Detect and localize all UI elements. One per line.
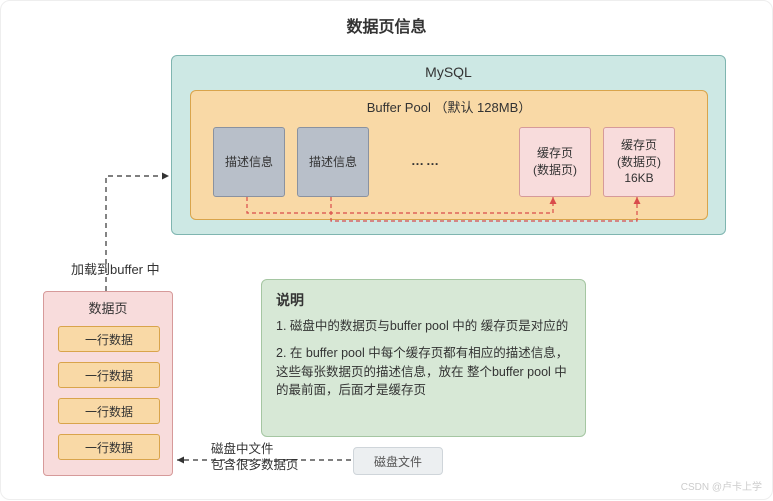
diagram-canvas: 数据页信息 MySQL Buffer Pool （默认 128MB） 描述信息 … [0,0,773,500]
explanation-point-2: 2. 在 buffer pool 中每个缓存页都有相应的描述信息，这些每张数据页… [276,344,571,400]
data-row-3: 一行数据 [58,398,160,424]
mysql-label: MySQL [172,64,725,80]
load-to-buffer-label: 加载到buffer 中 [71,259,160,278]
ellipsis: …… [411,153,441,168]
data-page-container: 数据页 一行数据 一行数据 一行数据 一行数据 [43,291,173,476]
data-row-1: 一行数据 [58,326,160,352]
buffer-pool-container: Buffer Pool （默认 128MB） 描述信息 描述信息 …… 缓存页(… [190,90,708,220]
cache-page-1: 缓存页(数据页) [519,127,591,197]
buffer-pool-label: Buffer Pool （默认 128MB） [191,97,707,116]
explanation-point-1: 1. 磁盘中的数据页与buffer pool 中的 缓存页是对应的 [276,317,571,336]
data-row-4: 一行数据 [58,434,160,460]
explanation-title: 说明 [276,290,571,311]
data-row-2: 一行数据 [58,362,160,388]
mysql-container: MySQL Buffer Pool （默认 128MB） 描述信息 描述信息 …… [171,55,726,235]
disk-file-box: 磁盘文件 [353,447,443,475]
cache-page-2: 缓存页(数据页)16KB [603,127,675,197]
diagram-title: 数据页信息 [1,13,772,37]
data-page-title: 数据页 [44,298,172,317]
desc-block-2: 描述信息 [297,127,369,197]
desc-block-1: 描述信息 [213,127,285,197]
watermark: CSDN @卢卡上学 [681,478,762,493]
disk-file-note: 磁盘中文件包含很多数据页 [211,441,299,474]
explanation-container: 说明 1. 磁盘中的数据页与buffer pool 中的 缓存页是对应的 2. … [261,279,586,437]
